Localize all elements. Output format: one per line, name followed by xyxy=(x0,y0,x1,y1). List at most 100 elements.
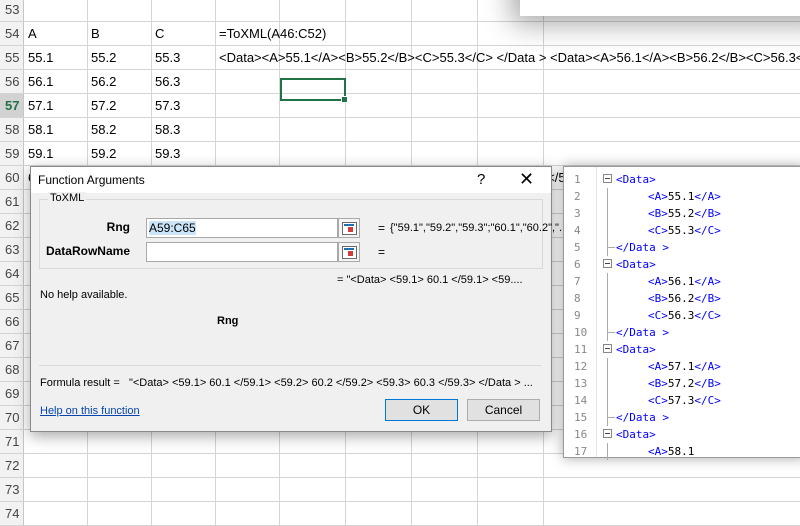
row-header[interactable]: 69 xyxy=(0,382,24,405)
cell-a[interactable] xyxy=(25,454,88,477)
cell[interactable] xyxy=(412,502,478,525)
cell-b[interactable]: 55.2 xyxy=(88,46,152,69)
cell[interactable] xyxy=(478,22,544,45)
ok-button[interactable]: OK xyxy=(385,399,458,421)
cell[interactable] xyxy=(280,118,346,141)
cell-c[interactable]: 58.3 xyxy=(152,118,216,141)
cell-a[interactable] xyxy=(25,502,88,525)
cell[interactable] xyxy=(216,454,280,477)
sheet-row[interactable]: 58 58.1 58.2 58.3 xyxy=(0,118,800,142)
cell[interactable] xyxy=(412,0,478,21)
cell[interactable] xyxy=(280,0,346,21)
cell[interactable] xyxy=(412,70,478,93)
cell-b[interactable]: B xyxy=(88,22,152,45)
xml-viewer-panel[interactable]: 1 <Data> 2 <A>55.1</A> 3 <B>55.2</B> 4 <C>55.3<… xyxy=(563,166,800,460)
cell[interactable] xyxy=(280,478,346,501)
cell-a[interactable] xyxy=(25,0,88,21)
rng-collapse-button[interactable] xyxy=(338,218,360,238)
cancel-button[interactable]: Cancel xyxy=(467,399,540,421)
cell-c[interactable]: C xyxy=(152,22,216,45)
cell[interactable] xyxy=(280,502,346,525)
cell[interactable] xyxy=(346,118,412,141)
cell[interactable] xyxy=(412,118,478,141)
cell[interactable] xyxy=(216,94,280,117)
selected-cell[interactable] xyxy=(280,78,348,103)
cell[interactable] xyxy=(216,478,280,501)
cell-a[interactable]: 56.1 xyxy=(25,70,88,93)
cell[interactable] xyxy=(412,94,478,117)
sheet-row[interactable]: 56 56.1 56.2 56.3 xyxy=(0,70,800,94)
sheet-row[interactable]: 59 59.1 59.2 59.3 xyxy=(0,142,800,166)
cell[interactable] xyxy=(346,454,412,477)
row-header[interactable]: 60 xyxy=(0,166,24,189)
cell[interactable] xyxy=(478,502,544,525)
cell-a[interactable]: 58.1 xyxy=(25,118,88,141)
fold-collapse-icon[interactable] xyxy=(603,259,612,268)
row-header[interactable]: 55 xyxy=(0,46,24,69)
sheet-row[interactable]: 73 xyxy=(0,478,800,502)
cell-c[interactable]: 59.3 xyxy=(152,142,216,165)
cell[interactable] xyxy=(216,502,280,525)
help-on-function-link[interactable]: Help on this function xyxy=(40,405,140,417)
row-header[interactable]: 54 xyxy=(0,22,24,45)
row-header[interactable]: 63 xyxy=(0,238,24,261)
cell-b[interactable] xyxy=(88,478,152,501)
cell[interactable] xyxy=(346,70,412,93)
row-header[interactable]: 66 xyxy=(0,310,24,333)
cell[interactable] xyxy=(478,478,544,501)
cell-a[interactable]: 59.1 xyxy=(25,142,88,165)
cell[interactable] xyxy=(346,142,412,165)
row-header[interactable]: 72 xyxy=(0,454,24,477)
cell[interactable] xyxy=(412,454,478,477)
row-header[interactable]: 58 xyxy=(0,118,24,141)
cell[interactable] xyxy=(412,22,478,45)
fold-collapse-icon[interactable] xyxy=(603,174,612,183)
cell-b[interactable] xyxy=(88,454,152,477)
cell-b[interactable]: 59.2 xyxy=(88,142,152,165)
cell[interactable] xyxy=(216,118,280,141)
sheet-row[interactable]: 55 55.1 55.2 55.3 <Data><A>55.1</A><B>55.2</… xyxy=(0,46,800,70)
row-header[interactable]: 67 xyxy=(0,334,24,357)
cell[interactable] xyxy=(478,142,544,165)
row-header[interactable]: 57 xyxy=(0,94,24,117)
cell[interactable] xyxy=(478,94,544,117)
help-icon[interactable]: ? xyxy=(477,171,485,188)
cell-c[interactable] xyxy=(152,0,216,21)
fold-collapse-icon[interactable] xyxy=(603,344,612,353)
cell-c[interactable]: 57.3 xyxy=(152,94,216,117)
cell[interactable] xyxy=(478,70,544,93)
cell[interactable] xyxy=(346,502,412,525)
cell-c[interactable] xyxy=(152,478,216,501)
cell[interactable] xyxy=(346,22,412,45)
cell[interactable] xyxy=(412,142,478,165)
cell[interactable] xyxy=(216,70,280,93)
cell[interactable] xyxy=(346,0,412,21)
dialog-title-bar[interactable]: Function Arguments ? ✕ xyxy=(31,167,551,193)
cell-c[interactable]: 55.3 xyxy=(152,46,216,69)
cell-c[interactable] xyxy=(152,502,216,525)
row-header[interactable]: 74 xyxy=(0,502,24,525)
cell-c[interactable]: 56.3 xyxy=(152,70,216,93)
cell-a[interactable]: 55.1 xyxy=(25,46,88,69)
row-header[interactable]: 59 xyxy=(0,142,24,165)
cell[interactable] xyxy=(478,118,544,141)
sheet-row[interactable]: 57 57.1 57.2 57.3 xyxy=(0,94,800,118)
cell-b[interactable] xyxy=(88,0,152,21)
cell[interactable] xyxy=(280,142,346,165)
cell-b[interactable] xyxy=(88,502,152,525)
row-header[interactable]: 65 xyxy=(0,286,24,309)
row-header[interactable]: 62 xyxy=(0,214,24,237)
row-header[interactable]: 61 xyxy=(0,190,24,213)
close-icon[interactable]: ✕ xyxy=(519,169,534,190)
cell-b[interactable]: 57.2 xyxy=(88,94,152,117)
cell-b[interactable]: 56.2 xyxy=(88,70,152,93)
cell[interactable] xyxy=(412,478,478,501)
row-header[interactable]: 73 xyxy=(0,478,24,501)
rng-input[interactable]: A59:C65 xyxy=(146,218,338,238)
cell[interactable] xyxy=(478,454,544,477)
fold-collapse-icon[interactable] xyxy=(603,429,612,438)
cell[interactable] xyxy=(216,142,280,165)
cell-b[interactable]: 58.2 xyxy=(88,118,152,141)
row-header[interactable]: 64 xyxy=(0,262,24,285)
row-header[interactable]: 56 xyxy=(0,70,24,93)
